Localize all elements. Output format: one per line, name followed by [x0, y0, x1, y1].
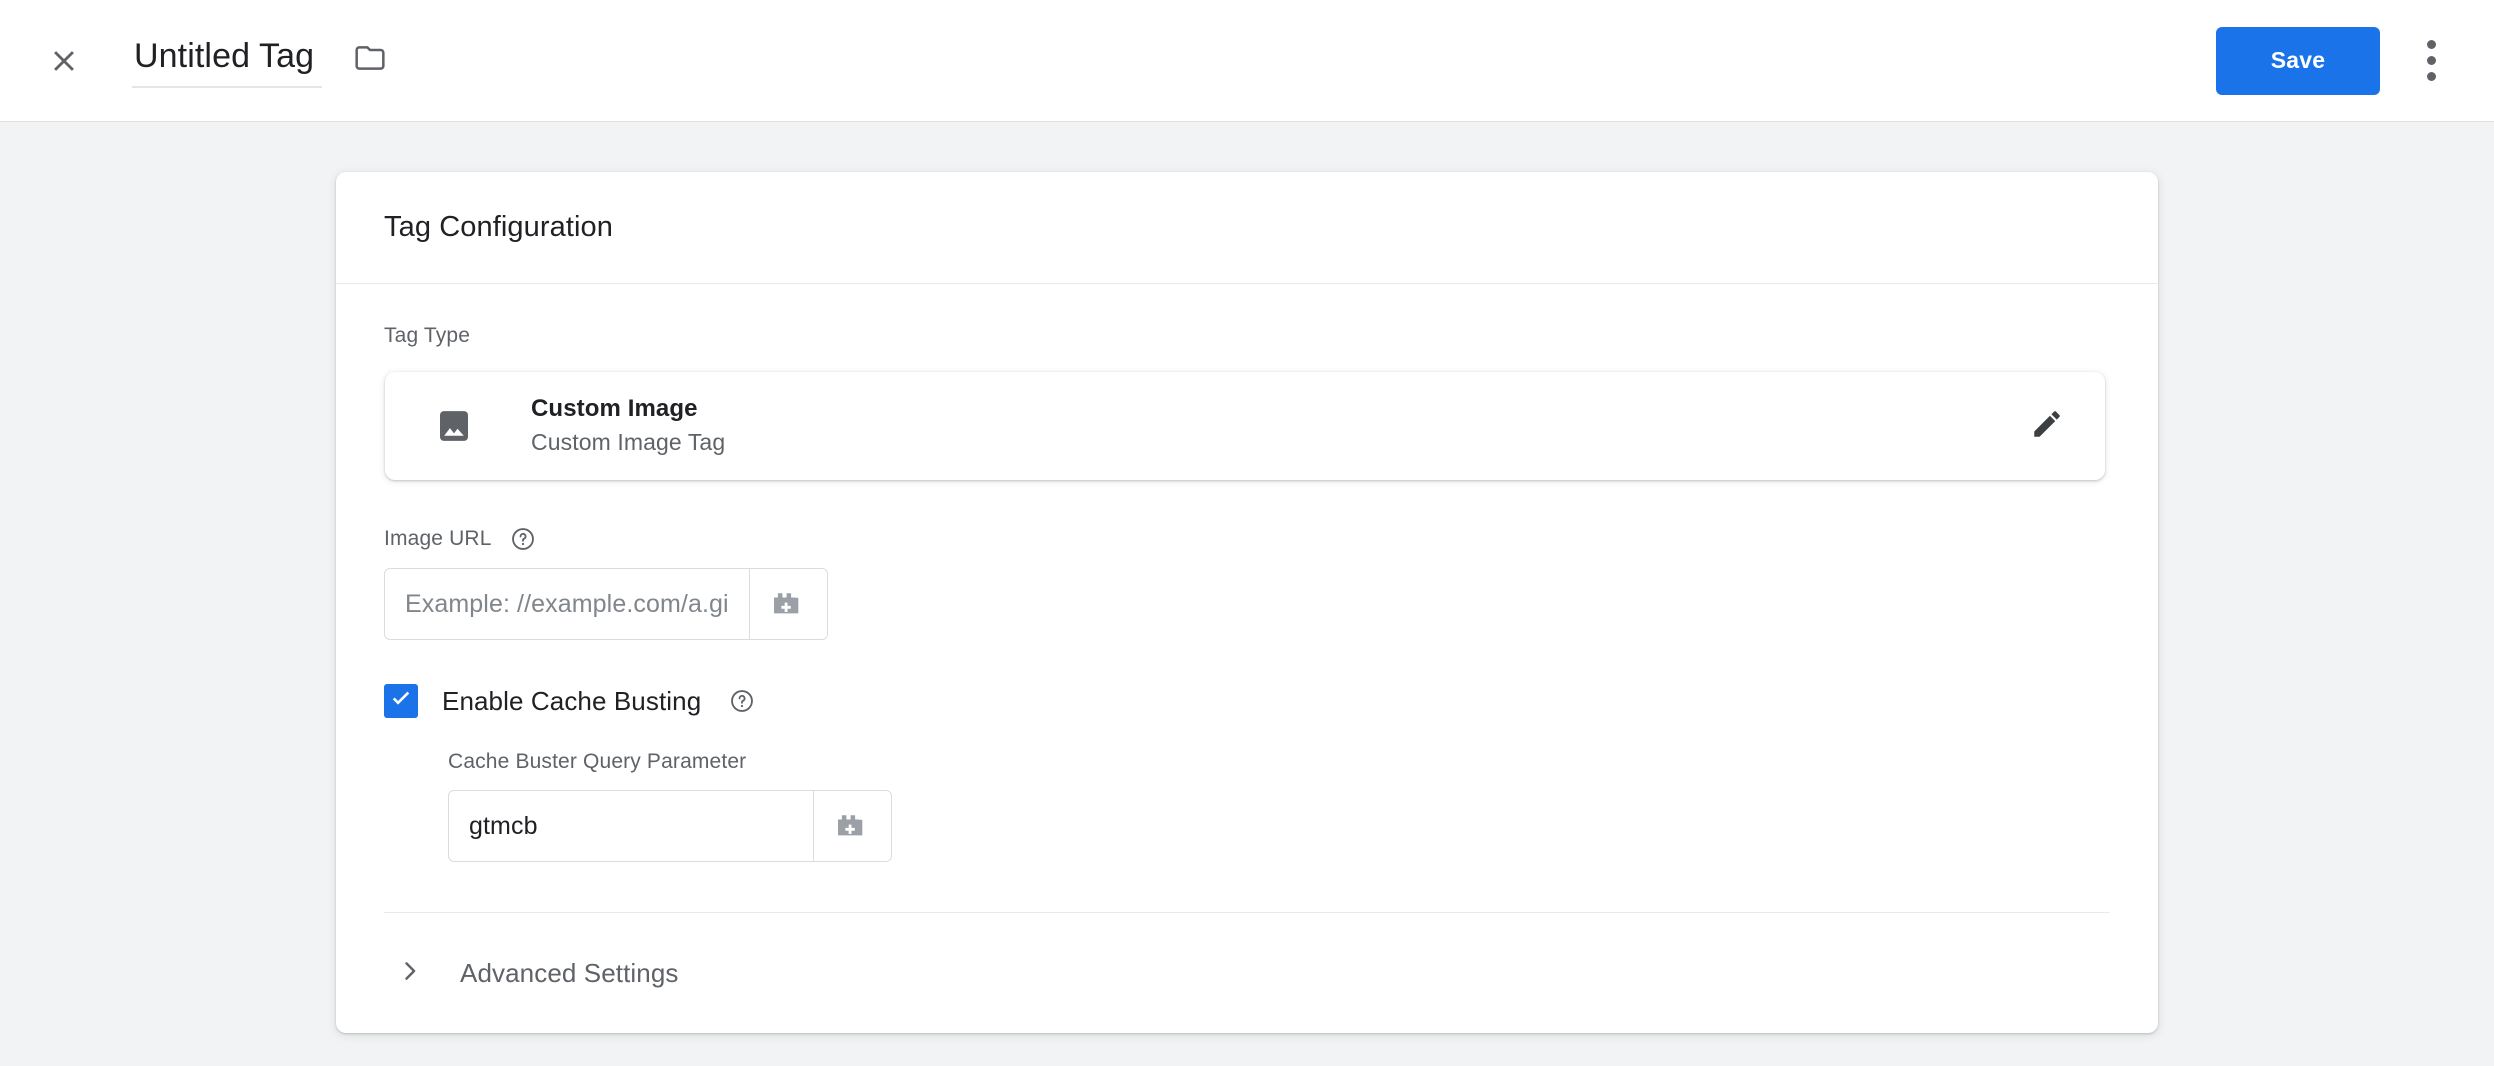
enable-cache-busting-checkbox[interactable]	[384, 684, 418, 718]
edit-tag-type-button[interactable]	[2023, 402, 2071, 450]
tag-type-selector[interactable]: Custom Image Custom Image Tag	[385, 372, 2105, 480]
pencil-icon	[2030, 407, 2064, 446]
checkmark-icon	[388, 686, 414, 717]
close-button[interactable]	[36, 33, 92, 89]
variable-picker-icon	[771, 587, 807, 622]
cache-buster-param-input[interactable]	[449, 791, 813, 861]
advanced-settings-toggle[interactable]: Advanced Settings	[396, 913, 2110, 1033]
enable-cache-busting-row[interactable]: Enable Cache Busting	[384, 684, 2110, 718]
tag-type-description: Custom Image Tag	[531, 429, 726, 456]
image-url-field: Image URL	[384, 526, 2110, 640]
tag-name-input[interactable]: Untitled Tag	[132, 33, 322, 88]
cache-buster-variable-button[interactable]	[813, 791, 891, 861]
help-circle-icon[interactable]	[729, 688, 755, 714]
cache-buster-param-label: Cache Buster Query Parameter	[448, 750, 747, 773]
image-url-input[interactable]	[385, 569, 749, 639]
save-button[interactable]: Save	[2216, 26, 2380, 95]
tag-title-group: Untitled Tag	[132, 33, 390, 88]
enable-cache-busting-label: Enable Cache Busting	[442, 685, 702, 716]
tag-type-name: Custom Image	[531, 395, 698, 423]
variable-picker-icon	[835, 809, 871, 844]
app-bar-actions: Save	[2216, 26, 2456, 95]
image-url-label: Image URL	[384, 526, 2110, 552]
help-circle-icon[interactable]	[510, 526, 536, 552]
card-header: Tag Configuration	[336, 172, 2158, 284]
image-icon	[431, 403, 477, 449]
tag-type-info: Custom Image Custom Image Tag	[531, 394, 725, 458]
image-url-input-row	[384, 568, 828, 640]
more-vert-icon	[2426, 40, 2436, 81]
card-body: Tag Type Custom Image Custom Image Tag I…	[336, 284, 2158, 1033]
image-url-variable-button[interactable]	[749, 569, 827, 639]
image-url-label-text: Image URL	[384, 527, 492, 550]
cache-buster-param-input-row	[448, 790, 892, 862]
folder-icon	[354, 42, 386, 79]
tag-type-label: Tag Type	[384, 324, 2110, 348]
page-title: Tag Configuration	[384, 211, 614, 243]
advanced-settings-label: Advanced Settings	[460, 957, 679, 988]
page-content: Tag Configuration Tag Type Custom Image …	[0, 122, 2494, 1066]
more-options-button[interactable]	[2406, 33, 2456, 89]
close-icon	[47, 44, 81, 78]
app-bar: Untitled Tag Save	[0, 0, 2494, 122]
tag-type-label-text: Tag Type	[384, 324, 471, 347]
cache-buster-param-field: Cache Buster Query Parameter	[448, 750, 2110, 862]
tag-configuration-card: Tag Configuration Tag Type Custom Image …	[336, 172, 2158, 1033]
folder-button[interactable]	[350, 41, 390, 81]
chevron-right-icon	[396, 957, 424, 990]
